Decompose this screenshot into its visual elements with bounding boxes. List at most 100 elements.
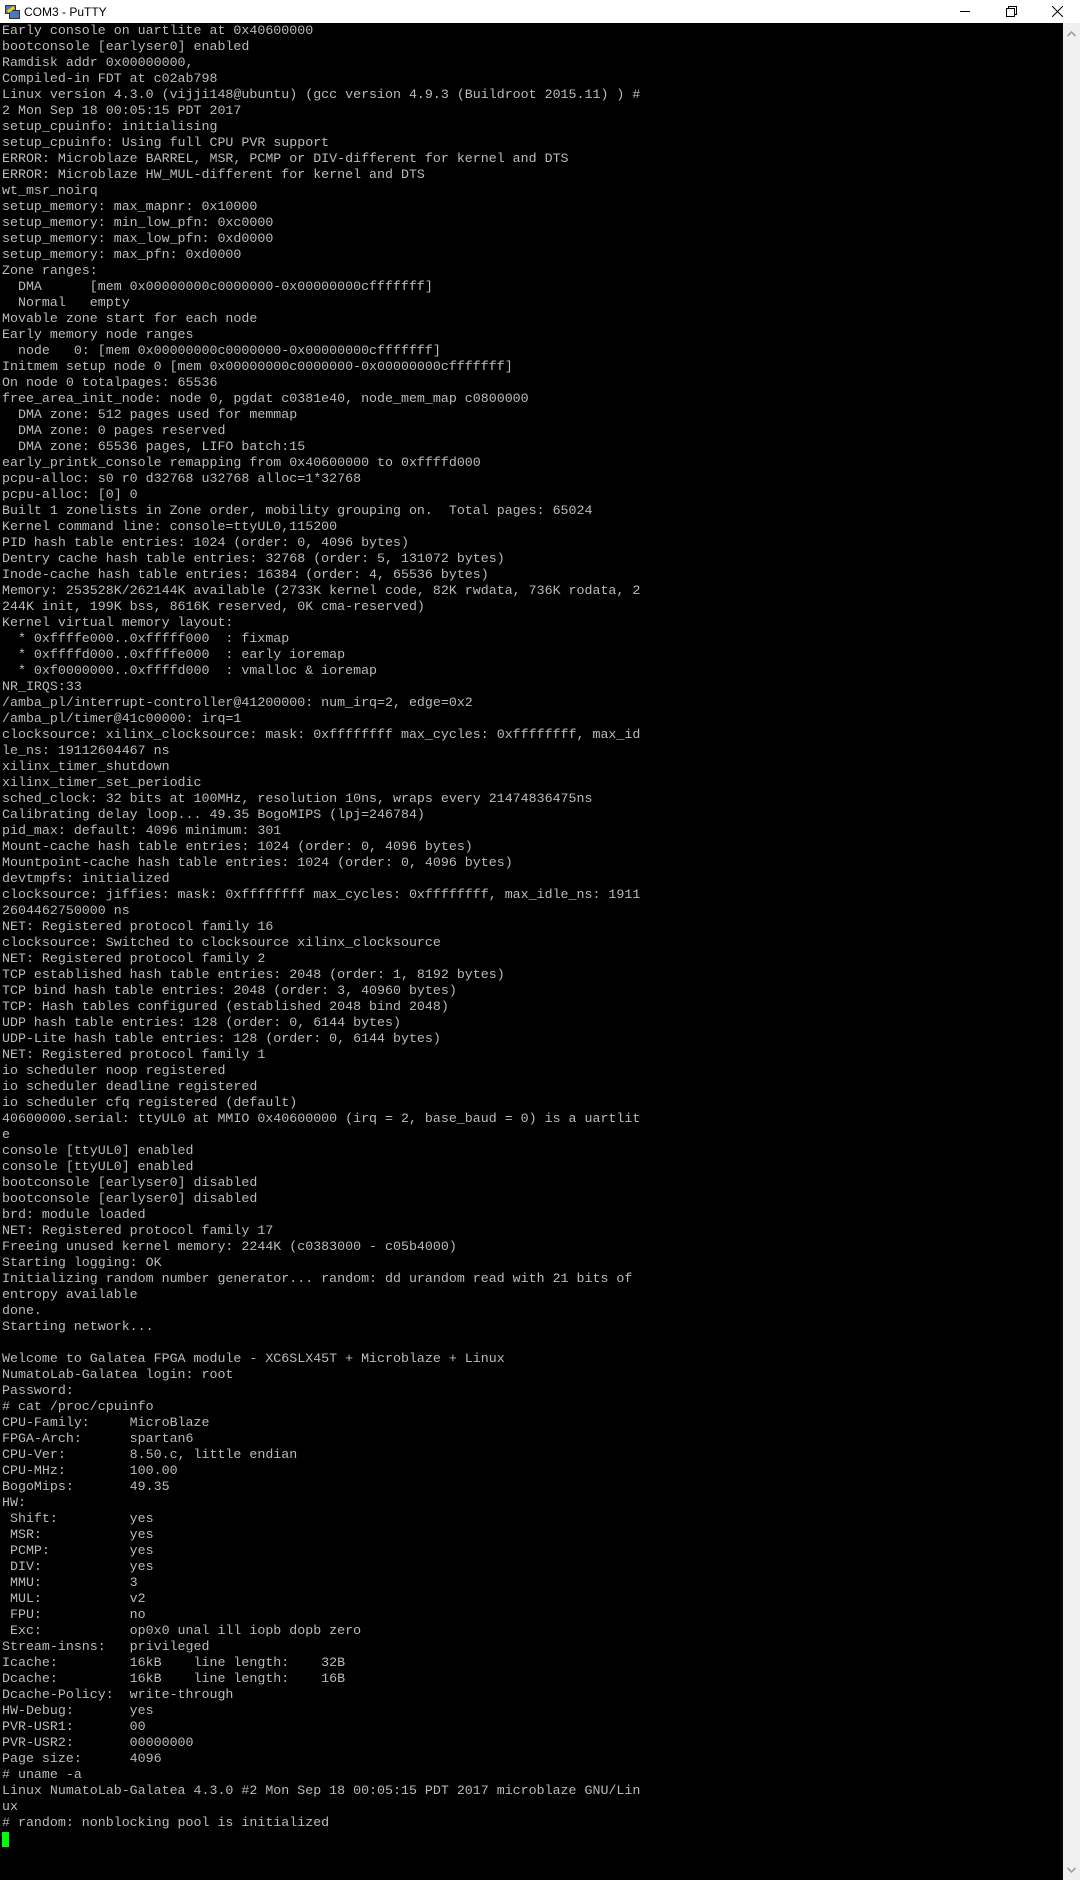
terminal-output[interactable]: Early console on uartlite at 0x40600000 b… [0,23,1063,1880]
terminal-line: Shift: yes [2,1511,154,1526]
terminal-line: On node 0 totalpages: 65536 [2,375,218,390]
terminal-line: Freeing unused kernel memory: 2244K (c03… [2,1239,457,1254]
terminal-line: 2604462750000 ns [2,903,130,918]
terminal-line: Password: [2,1383,74,1398]
terminal-line: bootconsole [earlyser0] disabled [2,1175,258,1190]
close-button[interactable] [1034,0,1080,23]
terminal-line: Movable zone start for each node [2,311,258,326]
terminal-line: MSR: yes [2,1527,154,1542]
text-cursor [2,1832,9,1847]
terminal-line: Starting network... [2,1319,154,1334]
terminal-line: NET: Registered protocol family 1 [2,1047,266,1062]
title-bar[interactable]: COM3 - PuTTY [0,0,1080,23]
terminal-line: DMA zone: 0 pages reserved [2,423,226,438]
restore-button[interactable] [988,0,1034,23]
terminal-line: Early memory node ranges [2,327,194,342]
terminal-line: * 0xf0000000..0xffffd000 : vmalloc & ior… [2,663,378,678]
terminal-line: xilinx_timer_shutdown [2,759,170,774]
terminal-line: Exc: op0x0 unal ill iopb dopb zero [2,1623,362,1638]
terminal-line: console [ttyUL0] enabled [2,1159,194,1174]
terminal-line: Initmem setup node 0 [mem 0x00000000c000… [2,359,513,374]
terminal-line: Normal empty [2,295,130,310]
terminal-line: NR_IRQS:33 [2,679,82,694]
terminal-line: Inode-cache hash table entries: 16384 (o… [2,567,489,582]
terminal-line: entropy available [2,1287,138,1302]
terminal-line: clocksource: xilinx_clocksource: mask: 0… [2,727,641,742]
terminal-line: # random: nonblocking pool is initialize… [2,1815,330,1830]
terminal-line: HW-Debug: yes [2,1703,154,1718]
terminal-line: PID hash table entries: 1024 (order: 0, … [2,535,409,550]
terminal-line: MMU: 3 [2,1575,138,1590]
terminal-line: Kernel command line: console=ttyUL0,1152… [2,519,338,534]
terminal-line: Page size: 4096 [2,1751,162,1766]
terminal-line: NET: Registered protocol family 16 [2,919,274,934]
terminal-line: PVR-USR2: 00000000 [2,1735,194,1750]
terminal-line: Linux NumatoLab-Galatea 4.3.0 #2 Mon Sep… [2,1783,641,1798]
terminal-line: e [2,1127,10,1142]
terminal-line: Mountpoint-cache hash table entries: 102… [2,855,513,870]
terminal-prompt-line[interactable] [2,1831,1063,1847]
scroll-up-button[interactable] [1063,25,1080,42]
terminal-line: DMA [mem 0x00000000c0000000-0x00000000cf… [2,279,433,294]
terminal-line: clocksource: Switched to clocksource xil… [2,935,441,950]
terminal-line: 244K init, 199K bss, 8616K reserved, 0K … [2,599,425,614]
terminal-line: NET: Registered protocol family 17 [2,1223,274,1238]
terminal-line: pcpu-alloc: [0] 0 [2,487,138,502]
putty-icon[interactable] [3,4,20,20]
terminal-line: setup_memory: min_low_pfn: 0xc0000 [2,215,274,230]
terminal-line: 40600000.serial: ttyUL0 at MMIO 0x406000… [2,1111,641,1126]
terminal-line: setup_memory: max_mapnr: 0x10000 [2,199,258,214]
close-icon [1051,6,1063,17]
terminal-line: UDP hash table entries: 128 (order: 0, 6… [2,1015,401,1030]
terminal-line: wt_msr_noirq [2,183,98,198]
terminal-line: Stream-insns: privileged [2,1639,210,1654]
terminal-line: DMA zone: 65536 pages, LIFO batch:15 [2,439,306,454]
terminal-line: io scheduler noop registered [2,1063,226,1078]
terminal-line: sched_clock: 32 bits at 100MHz, resoluti… [2,791,593,806]
terminal-line: UDP-Lite hash table entries: 128 (order:… [2,1031,441,1046]
terminal-line: Calibrating delay loop... 49.35 BogoMIPS… [2,807,425,822]
restore-icon [1005,6,1017,17]
scroll-down-button[interactable] [1063,1861,1080,1878]
terminal-line: Initializing random number generator... … [2,1271,633,1286]
terminal-line: # cat /proc/cpuinfo [2,1399,154,1414]
terminal-line: early_printk_console remapping from 0x40… [2,455,481,470]
terminal-line: Dcache: 16kB line length: 16B [2,1671,346,1686]
terminal-line: HW: [2,1495,26,1510]
terminal-line: setup_memory: max_low_pfn: 0xd0000 [2,231,274,246]
terminal-line: bootconsole [earlyser0] disabled [2,1191,258,1206]
terminal-line: NET: Registered protocol family 2 [2,951,266,966]
terminal-line: Linux version 4.3.0 (vijji148@ubuntu) (g… [2,87,641,102]
terminal-line: CPU-Ver: 8.50.c, little endian [2,1447,298,1462]
terminal-line: Mount-cache hash table entries: 1024 (or… [2,839,473,854]
terminal-line: PCMP: yes [2,1543,154,1558]
terminal-line: DIV: yes [2,1559,154,1574]
window-controls [942,0,1080,23]
terminal-line: Built 1 zonelists in Zone order, mobilit… [2,503,593,518]
terminal-line: brd: module loaded [2,1207,146,1222]
terminal-line: /amba_pl/interrupt-controller@41200000: … [2,695,473,710]
terminal-line: CPU-MHz: 100.00 [2,1463,178,1478]
terminal-line: ERROR: Microblaze BARREL, MSR, PCMP or D… [2,151,569,166]
terminal-line: Dentry cache hash table entries: 32768 (… [2,551,505,566]
terminal-line: Kernel virtual memory layout: [2,615,234,630]
terminal-line: NumatoLab-Galatea login: root [2,1367,234,1382]
terminal-line: io scheduler deadline registered [2,1079,258,1094]
terminal-line: devtmpfs: initialized [2,871,170,886]
window-title: COM3 - PuTTY [24,4,107,19]
terminal-line: le_ns: 19112604467 ns [2,743,170,758]
terminal-line: Zone ranges: [2,263,98,278]
chevron-down-icon [1067,1866,1076,1873]
terminal-line: TCP established hash table entries: 2048… [2,967,505,982]
terminal-line: 2 Mon Sep 18 00:05:15 PDT 2017 [2,103,242,118]
terminal-line: Dcache-Policy: write-through [2,1687,234,1702]
minimize-button[interactable] [942,0,988,23]
terminal-line: FPU: no [2,1607,146,1622]
vertical-scrollbar[interactable] [1063,23,1080,1880]
terminal-line: io scheduler cfq registered (default) [2,1095,298,1110]
terminal-line: # uname -a [2,1767,82,1782]
terminal-line: MUL: v2 [2,1591,146,1606]
terminal-line: pcpu-alloc: s0 r0 d32768 u32768 alloc=1*… [2,471,362,486]
terminal-line: TCP: Hash tables configured (established… [2,999,449,1014]
terminal-line: Memory: 253528K/262144K available (2733K… [2,583,641,598]
